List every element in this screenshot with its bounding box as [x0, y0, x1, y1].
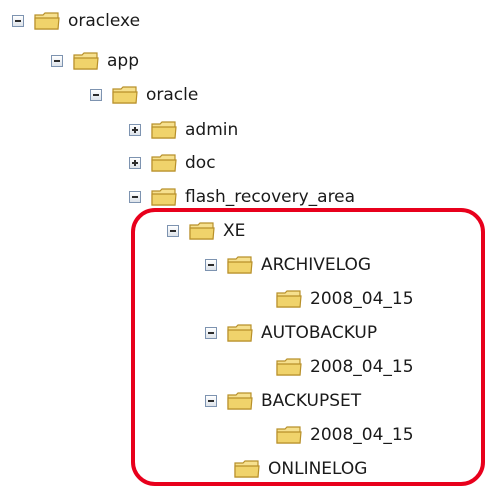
tree-node-label: ARCHIVELOG: [261, 255, 372, 275]
folder-tree: oraclexe app oracle admin doc flash_reco…: [0, 0, 492, 486]
folder-icon: [151, 121, 177, 139]
tree-node-label: app: [107, 51, 139, 71]
folder-icon: [151, 188, 177, 206]
folder-icon: [34, 12, 60, 30]
tree-node-label: AUTOBACKUP: [261, 323, 378, 343]
expand-expander-icon[interactable]: [129, 157, 141, 169]
tree-node-archivelog[interactable]: ARCHIVELOG: [205, 248, 371, 282]
tree-node-label: admin: [185, 120, 239, 140]
tree-node-xe[interactable]: XE: [167, 214, 245, 248]
folder-icon: [73, 52, 99, 70]
collapse-expander-icon[interactable]: [51, 55, 63, 67]
tree-node-backupset-date[interactable]: 2008_04_15: [275, 418, 414, 452]
tree-node-archivelog-date[interactable]: 2008_04_15: [275, 282, 414, 316]
tree-node-app[interactable]: app: [51, 44, 139, 78]
folder-icon: [151, 154, 177, 172]
folder-icon: [276, 426, 302, 444]
expand-expander-icon[interactable]: [129, 124, 141, 136]
tree-node-label: XE: [223, 221, 246, 241]
tree-node-admin[interactable]: admin: [129, 113, 238, 147]
tree-node-label: BACKUPSET: [261, 391, 362, 411]
collapse-expander-icon[interactable]: [205, 259, 217, 271]
tree-node-autobackup-date[interactable]: 2008_04_15: [275, 350, 414, 384]
tree-node-oraclexe[interactable]: oraclexe: [12, 4, 140, 38]
tree-node-label: oracle: [146, 85, 199, 105]
folder-icon: [227, 324, 253, 342]
tree-node-oracle[interactable]: oracle: [90, 78, 198, 112]
tree-node-flash-recovery-area[interactable]: flash_recovery_area: [129, 180, 355, 214]
tree-node-backupset[interactable]: BACKUPSET: [205, 384, 361, 418]
tree-node-label: 2008_04_15: [310, 357, 414, 377]
collapse-expander-icon[interactable]: [90, 89, 102, 101]
folder-icon: [234, 460, 260, 478]
tree-node-onlinelog[interactable]: ONLINELOG: [233, 452, 367, 486]
folder-icon: [276, 290, 302, 308]
tree-node-label: oraclexe: [68, 11, 141, 31]
collapse-expander-icon[interactable]: [205, 395, 217, 407]
tree-node-label: flash_recovery_area: [185, 187, 356, 207]
folder-icon: [227, 256, 253, 274]
collapse-expander-icon[interactable]: [12, 15, 24, 27]
tree-node-label: ONLINELOG: [268, 459, 368, 479]
folder-icon: [227, 392, 253, 410]
tree-node-label: doc: [185, 153, 216, 173]
collapse-expander-icon[interactable]: [205, 327, 217, 339]
tree-node-doc[interactable]: doc: [129, 146, 216, 180]
collapse-expander-icon[interactable]: [129, 191, 141, 203]
folder-icon: [276, 358, 302, 376]
tree-node-label: 2008_04_15: [310, 425, 414, 445]
tree-node-label: 2008_04_15: [310, 289, 414, 309]
folder-icon: [112, 86, 138, 104]
folder-icon: [189, 222, 215, 240]
collapse-expander-icon[interactable]: [167, 225, 179, 237]
tree-node-autobackup[interactable]: AUTOBACKUP: [205, 316, 377, 350]
